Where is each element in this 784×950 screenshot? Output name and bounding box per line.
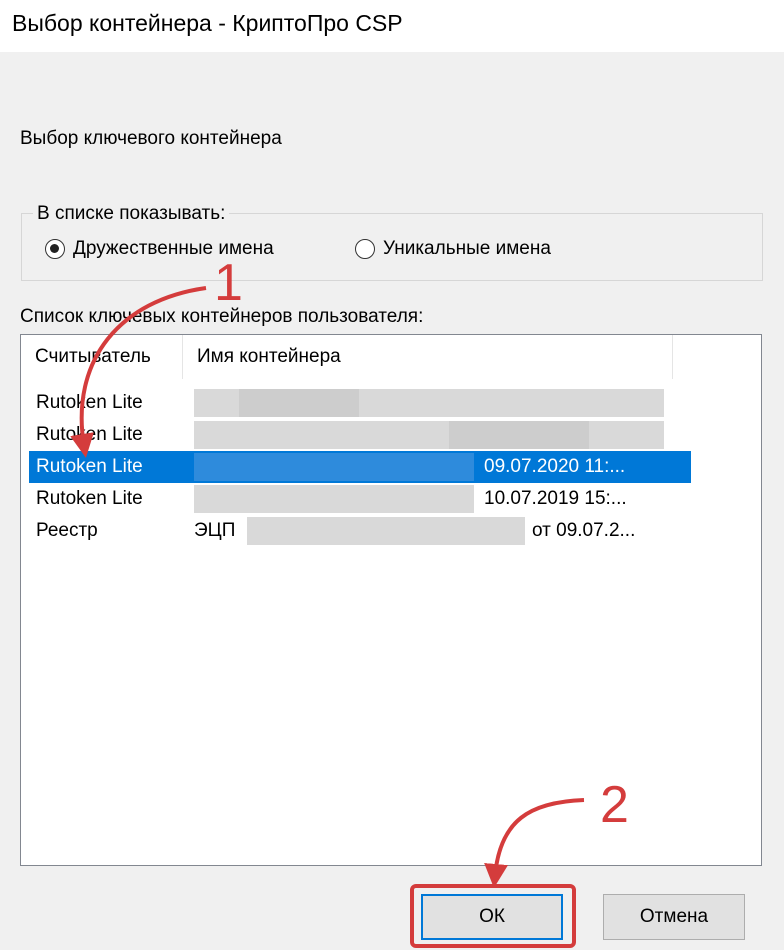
radio-friendly-names[interactable]: Дружественные имена xyxy=(45,238,274,260)
radio-indicator-checked[interactable] xyxy=(45,239,65,259)
list-item[interactable]: Rutoken Lite xyxy=(29,419,691,451)
redacted-name xyxy=(449,421,589,449)
container-list-caption: Список ключевых контейнеров пользователя… xyxy=(20,306,424,327)
redacted-name xyxy=(194,453,474,481)
display-options-legend: В списке показывать: xyxy=(33,203,230,225)
row-container-name: 09.07.2020 11:... xyxy=(484,456,626,477)
row-reader: Реестр xyxy=(36,520,98,541)
row-reader: Rutoken Lite xyxy=(36,456,143,477)
window-title: Выбор контейнера - КриптоПро CSP xyxy=(12,10,403,36)
radio-unique-names-label: Уникальные имена xyxy=(383,238,551,259)
cancel-button[interactable]: Отмена xyxy=(603,894,745,940)
ok-button[interactable]: ОК xyxy=(421,894,563,940)
redacted-name xyxy=(194,485,474,513)
row-reader: Rutoken Lite xyxy=(36,424,143,445)
radio-unique-names[interactable]: Уникальные имена xyxy=(355,238,551,260)
row-reader: Rutoken Lite xyxy=(36,392,143,413)
row-reader: Rutoken Lite xyxy=(36,488,143,509)
container-list[interactable]: Считыватель Имя контейнера Rutoken Lite … xyxy=(20,334,762,866)
list-item[interactable]: Rutoken Lite 10.07.2019 15:... xyxy=(29,483,691,515)
list-item[interactable]: Реестр ЭЦП от 09.07.2... xyxy=(29,515,691,547)
radio-indicator-unchecked[interactable] xyxy=(355,239,375,259)
column-header-container-name[interactable]: Имя контейнера xyxy=(183,335,673,379)
redacted-name xyxy=(247,517,525,545)
row-container-name-prefix: ЭЦП xyxy=(194,520,236,541)
redacted-name xyxy=(194,421,664,449)
dialog-subtitle: Выбор ключевого контейнера xyxy=(20,128,282,149)
redacted-name xyxy=(239,389,359,417)
column-header-reader[interactable]: Считыватель xyxy=(21,335,183,379)
row-container-name: 10.07.2019 15:... xyxy=(484,488,627,509)
list-header: Считыватель Имя контейнера xyxy=(21,335,761,379)
list-item-selected[interactable]: Rutoken Lite 09.07.2020 11:... xyxy=(29,451,691,483)
row-container-name: от 09.07.2... xyxy=(532,520,636,541)
title-bar: Выбор контейнера - КриптоПро CSP xyxy=(0,0,784,52)
radio-friendly-names-label: Дружественные имена xyxy=(73,238,274,259)
list-item[interactable]: Rutoken Lite xyxy=(29,387,691,419)
